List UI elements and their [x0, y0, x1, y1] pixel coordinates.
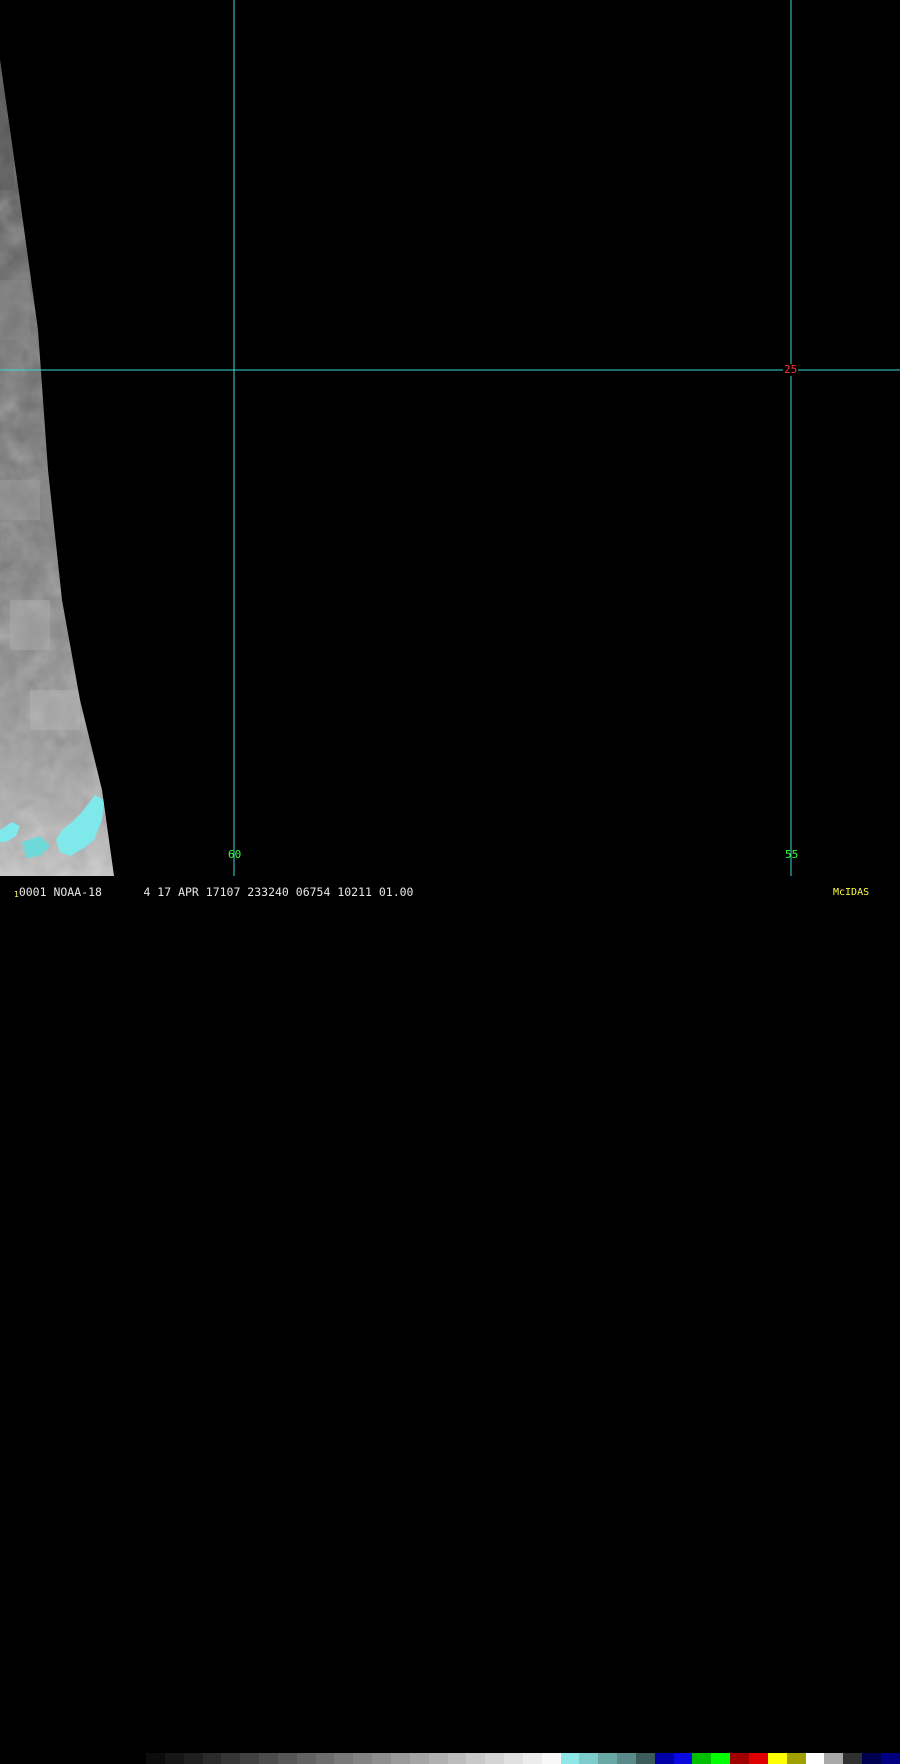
color-table-segment [862, 1753, 881, 1764]
color-table-segment [880, 1753, 900, 1764]
color-table-segment [183, 1753, 203, 1764]
color-table-segment [673, 1753, 693, 1764]
satellite-image-viewport: 25 60 55 [0, 0, 900, 876]
color-table-segment [635, 1753, 655, 1764]
color-table-segment [485, 1753, 505, 1764]
color-table-segment [711, 1753, 731, 1764]
color-table-segment [409, 1753, 429, 1764]
color-table-segment [334, 1753, 354, 1764]
color-table-segment [730, 1753, 749, 1764]
color-table-segment [692, 1753, 712, 1764]
color-table-segment [579, 1753, 599, 1764]
color-table-segment [259, 1753, 278, 1764]
color-table-segment [202, 1753, 222, 1764]
lat-lon-grid [0, 0, 900, 876]
color-table-segment [315, 1753, 335, 1764]
color-table-segment [504, 1753, 523, 1764]
color-table-segment [372, 1753, 391, 1764]
color-table-segment [240, 1753, 260, 1764]
color-table-segment [654, 1753, 674, 1764]
color-table-bar [146, 1753, 900, 1764]
color-table-segment [296, 1753, 316, 1764]
color-table-segment [522, 1753, 542, 1764]
color-table-segment [428, 1753, 448, 1764]
satellite-imagery [0, 0, 900, 876]
color-table-segment [617, 1753, 636, 1764]
color-table-segment [786, 1753, 806, 1764]
color-table-segment [843, 1753, 863, 1764]
color-table-segment [447, 1753, 467, 1764]
color-table-segment [824, 1753, 844, 1764]
image-info-text: 0001 NOAA-18 4 17 APR 17107 233240 06754… [18, 885, 414, 899]
longitude-label: 60 [228, 848, 242, 861]
color-table-segment [805, 1753, 825, 1764]
latitude-label: 25 [783, 363, 799, 376]
color-table-segment [466, 1753, 486, 1764]
color-table-segment [749, 1753, 768, 1764]
color-table-segment [353, 1753, 373, 1764]
longitude-label: 55 [785, 848, 799, 861]
swath-edge [0, 60, 114, 876]
color-table-segment [598, 1753, 618, 1764]
software-label: McIDAS [833, 887, 870, 898]
image-info-line: 10001 NOAA-18 4 17 APR 17107 233240 0675… [14, 886, 413, 901]
color-table-segment [767, 1753, 787, 1764]
color-table-segment [541, 1753, 561, 1764]
color-table-segment [277, 1753, 297, 1764]
color-table-segment [164, 1753, 184, 1764]
color-table-segment [560, 1753, 580, 1764]
color-table-segment [221, 1753, 241, 1764]
color-table-segment [146, 1753, 165, 1764]
color-table-segment [390, 1753, 410, 1764]
